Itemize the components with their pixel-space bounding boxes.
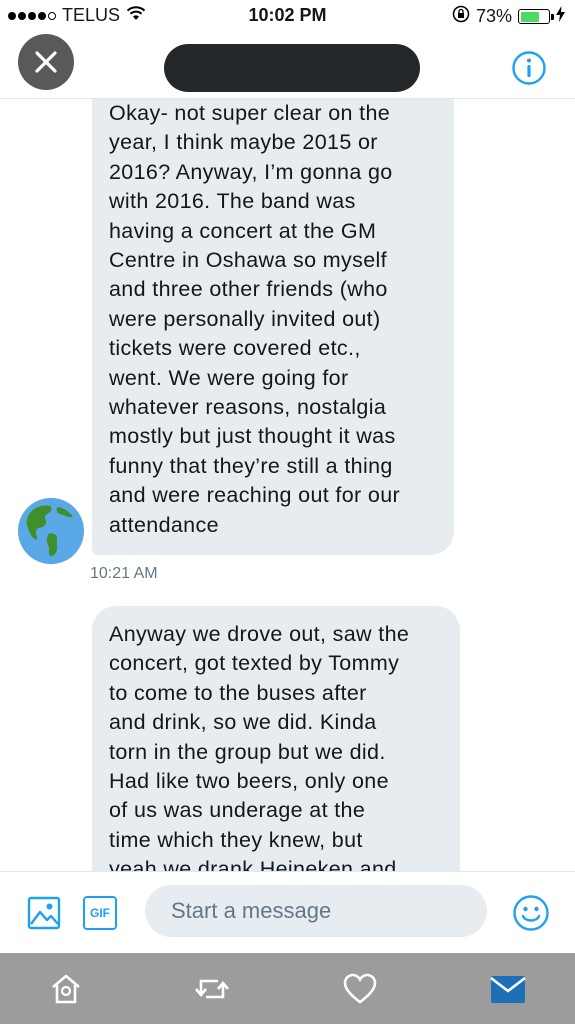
retweet-icon[interactable] <box>190 967 234 1011</box>
status-bar: TELUS 10:02 PM 73% <box>0 0 575 32</box>
messages-icon[interactable] <box>486 967 530 1011</box>
message-timestamp: 10:21 AM <box>90 565 158 582</box>
orientation-lock-icon <box>452 5 470 28</box>
home-icon[interactable] <box>44 967 88 1011</box>
message-input[interactable] <box>145 885 487 937</box>
emoji-icon[interactable] <box>512 894 550 937</box>
close-button[interactable] <box>18 34 74 90</box>
redacted-contact-name <box>164 44 420 92</box>
gif-label: GIF <box>90 906 110 920</box>
status-right: 73% <box>452 5 565 28</box>
battery-icon <box>518 9 554 24</box>
message-bubble[interactable]: Okay- not super clear on the year, I thi… <box>92 99 454 555</box>
message-bubble[interactable]: Anyway we drove out, saw the concert, go… <box>92 606 460 871</box>
image-icon[interactable] <box>27 896 61 935</box>
info-button[interactable] <box>511 50 547 86</box>
tab-bar <box>0 953 575 1024</box>
message-composer: GIF <box>0 871 575 954</box>
gif-icon[interactable]: GIF <box>83 896 117 930</box>
info-icon <box>512 51 546 85</box>
battery-percent: 73% <box>475 6 512 26</box>
heart-icon[interactable] <box>338 967 382 1011</box>
conversation-header <box>0 32 575 99</box>
message-thread[interactable]: Okay- not super clear on the year, I thi… <box>0 99 575 871</box>
close-icon <box>35 51 57 73</box>
globe-americas-icon[interactable] <box>18 498 84 564</box>
charging-bolt-icon <box>556 6 565 27</box>
